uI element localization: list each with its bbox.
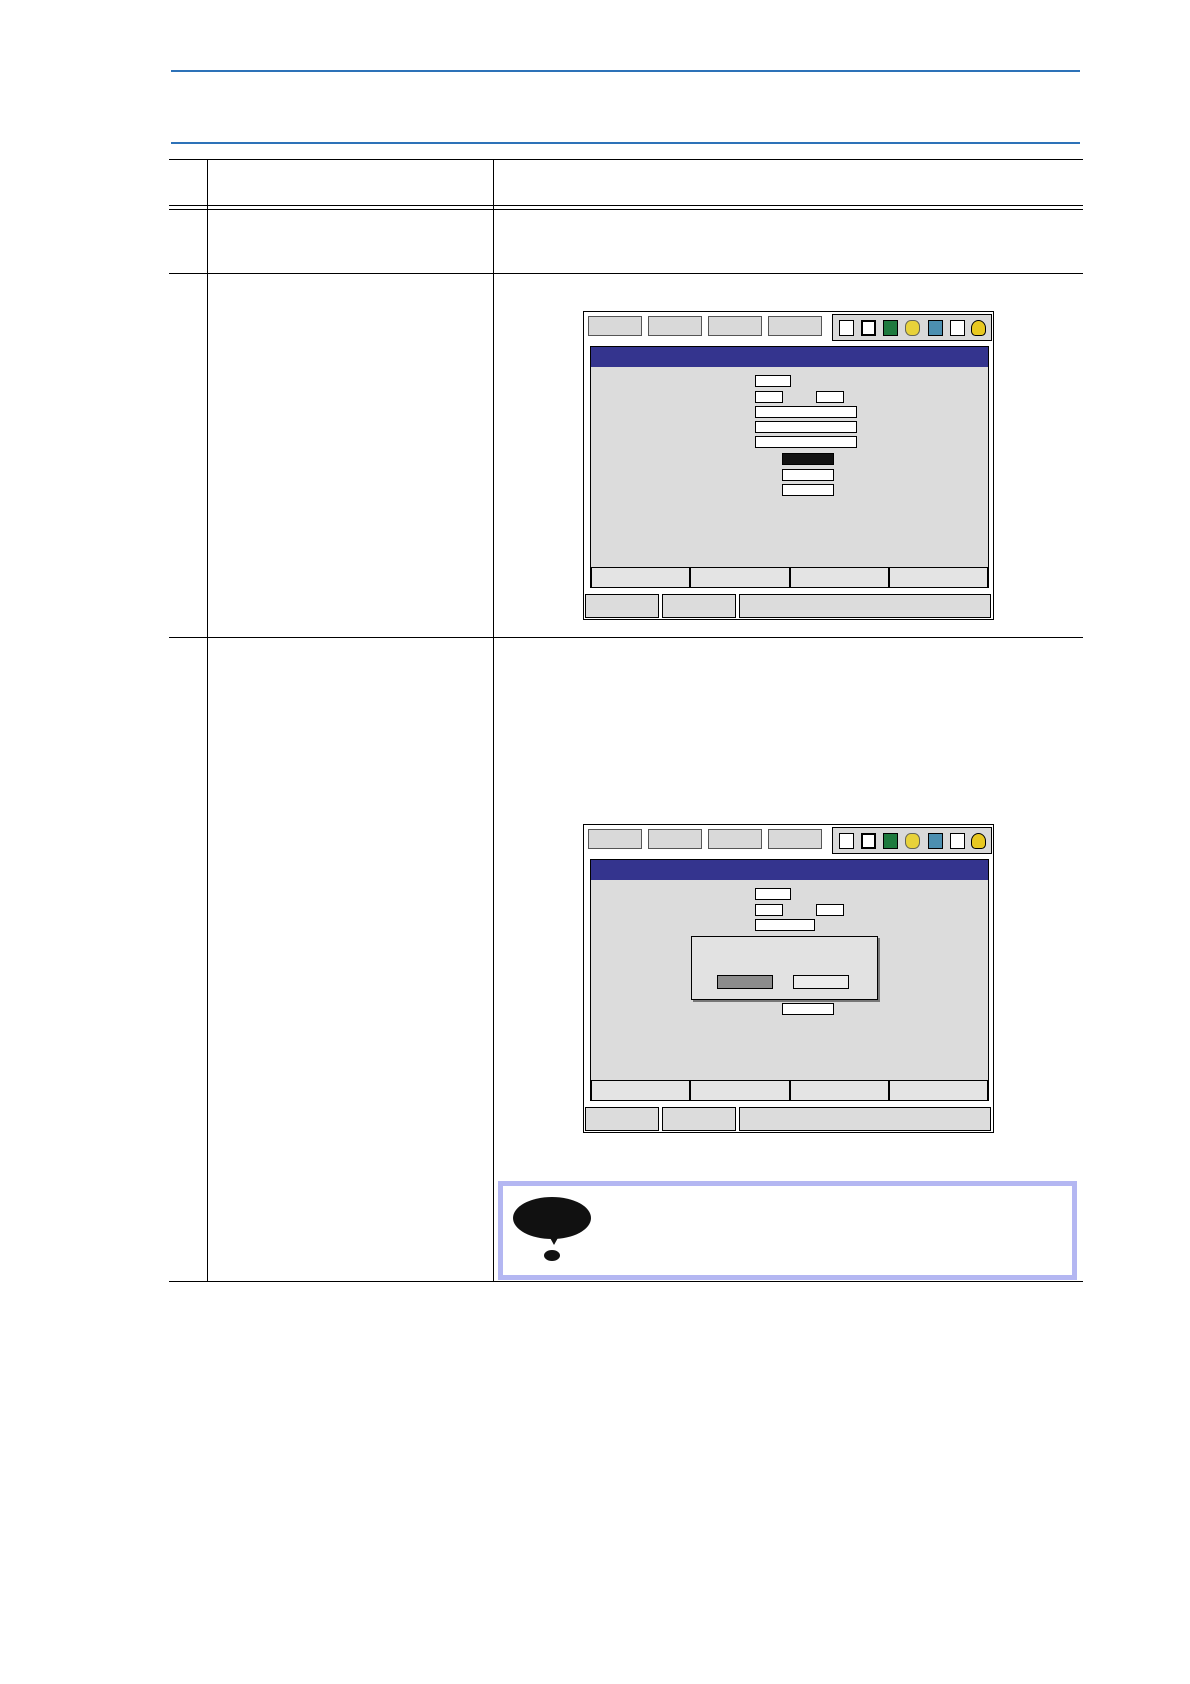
- header-separator-1: [169, 205, 1083, 206]
- tool-icon: [905, 833, 920, 849]
- option-2[interactable]: [782, 469, 834, 481]
- header-rule-bottom: [171, 142, 1080, 144]
- setting-field-3[interactable]: [816, 904, 844, 916]
- table-top-line: [169, 159, 1083, 160]
- status-icon-area: [832, 827, 992, 854]
- column-divider-2: [493, 159, 494, 1282]
- bottom-button-row: [584, 1105, 993, 1132]
- chart-icon: [883, 833, 898, 849]
- arrows-icon: [839, 320, 854, 336]
- menu-tab-3[interactable]: [708, 316, 762, 336]
- exit-icon: [950, 833, 965, 849]
- header-rule-top: [171, 70, 1080, 72]
- function-key-1[interactable]: [591, 1080, 691, 1100]
- chart-icon: [883, 320, 898, 336]
- option-selected[interactable]: [782, 453, 834, 465]
- function-key-4[interactable]: [888, 567, 988, 587]
- setting-field-5[interactable]: [755, 421, 857, 433]
- function-key-row: [591, 567, 988, 587]
- menu-tab-2[interactable]: [648, 316, 702, 336]
- column-divider-1: [207, 159, 208, 1282]
- pendant-screen-2: [583, 824, 994, 1133]
- note-icon: [513, 1197, 591, 1239]
- note-box: [498, 1181, 1077, 1280]
- option-3[interactable]: [782, 1003, 834, 1015]
- arrows-icon: [839, 833, 854, 849]
- bottom-button-2[interactable]: [662, 594, 736, 618]
- setting-field-1[interactable]: [755, 375, 791, 387]
- function-key-2[interactable]: [690, 1080, 790, 1100]
- table-bottom-line: [169, 1281, 1083, 1282]
- message-area: [739, 1107, 991, 1131]
- menu-tab-1[interactable]: [588, 316, 642, 336]
- function-key-row: [591, 1080, 988, 1100]
- bottom-button-1[interactable]: [585, 594, 659, 618]
- row-separator-2: [169, 637, 1083, 638]
- function-key-4[interactable]: [888, 1080, 988, 1100]
- confirmation-dialog: [691, 936, 878, 1000]
- setting-field-1[interactable]: [755, 888, 791, 900]
- tool-icon: [905, 320, 920, 336]
- bottom-button-row: [584, 592, 993, 619]
- setting-field-4[interactable]: [755, 919, 815, 931]
- status-icon-area: [832, 314, 992, 341]
- menu-tab-2[interactable]: [648, 829, 702, 849]
- function-key-3[interactable]: [789, 567, 889, 587]
- setting-field-2[interactable]: [755, 904, 783, 916]
- sigma-icon: [861, 833, 876, 849]
- hand-icon: [971, 320, 986, 336]
- menu-tab-3[interactable]: [708, 829, 762, 849]
- setting-field-2[interactable]: [755, 391, 783, 403]
- menu-tab-4[interactable]: [768, 316, 822, 336]
- bottom-button-1[interactable]: [585, 1107, 659, 1131]
- function-key-1[interactable]: [591, 567, 691, 587]
- function-key-2[interactable]: [690, 567, 790, 587]
- window-title-bar: [591, 860, 988, 880]
- menu-tab-4[interactable]: [768, 829, 822, 849]
- function-key-3[interactable]: [789, 1080, 889, 1100]
- setting-field-4[interactable]: [755, 406, 857, 418]
- controller-icon: [928, 320, 943, 336]
- setting-field-3[interactable]: [816, 391, 844, 403]
- menu-tab-1[interactable]: [588, 829, 642, 849]
- dialog-no-button[interactable]: [793, 975, 849, 989]
- hand-icon: [971, 833, 986, 849]
- exit-icon: [950, 320, 965, 336]
- header-separator-2: [169, 209, 1083, 210]
- message-area: [739, 594, 991, 618]
- main-window: [590, 346, 989, 588]
- setting-field-6[interactable]: [755, 436, 857, 448]
- bottom-button-2[interactable]: [662, 1107, 736, 1131]
- controller-icon: [928, 833, 943, 849]
- window-title-bar: [591, 347, 988, 367]
- main-window: [590, 859, 989, 1101]
- note-icon-dot: [544, 1250, 560, 1261]
- row-separator-1: [169, 273, 1083, 274]
- dialog-yes-button[interactable]: [717, 975, 773, 989]
- pendant-screen-1: [583, 311, 994, 620]
- option-3[interactable]: [782, 484, 834, 496]
- note-icon-tail: [549, 1236, 559, 1245]
- sigma-icon: [861, 320, 876, 336]
